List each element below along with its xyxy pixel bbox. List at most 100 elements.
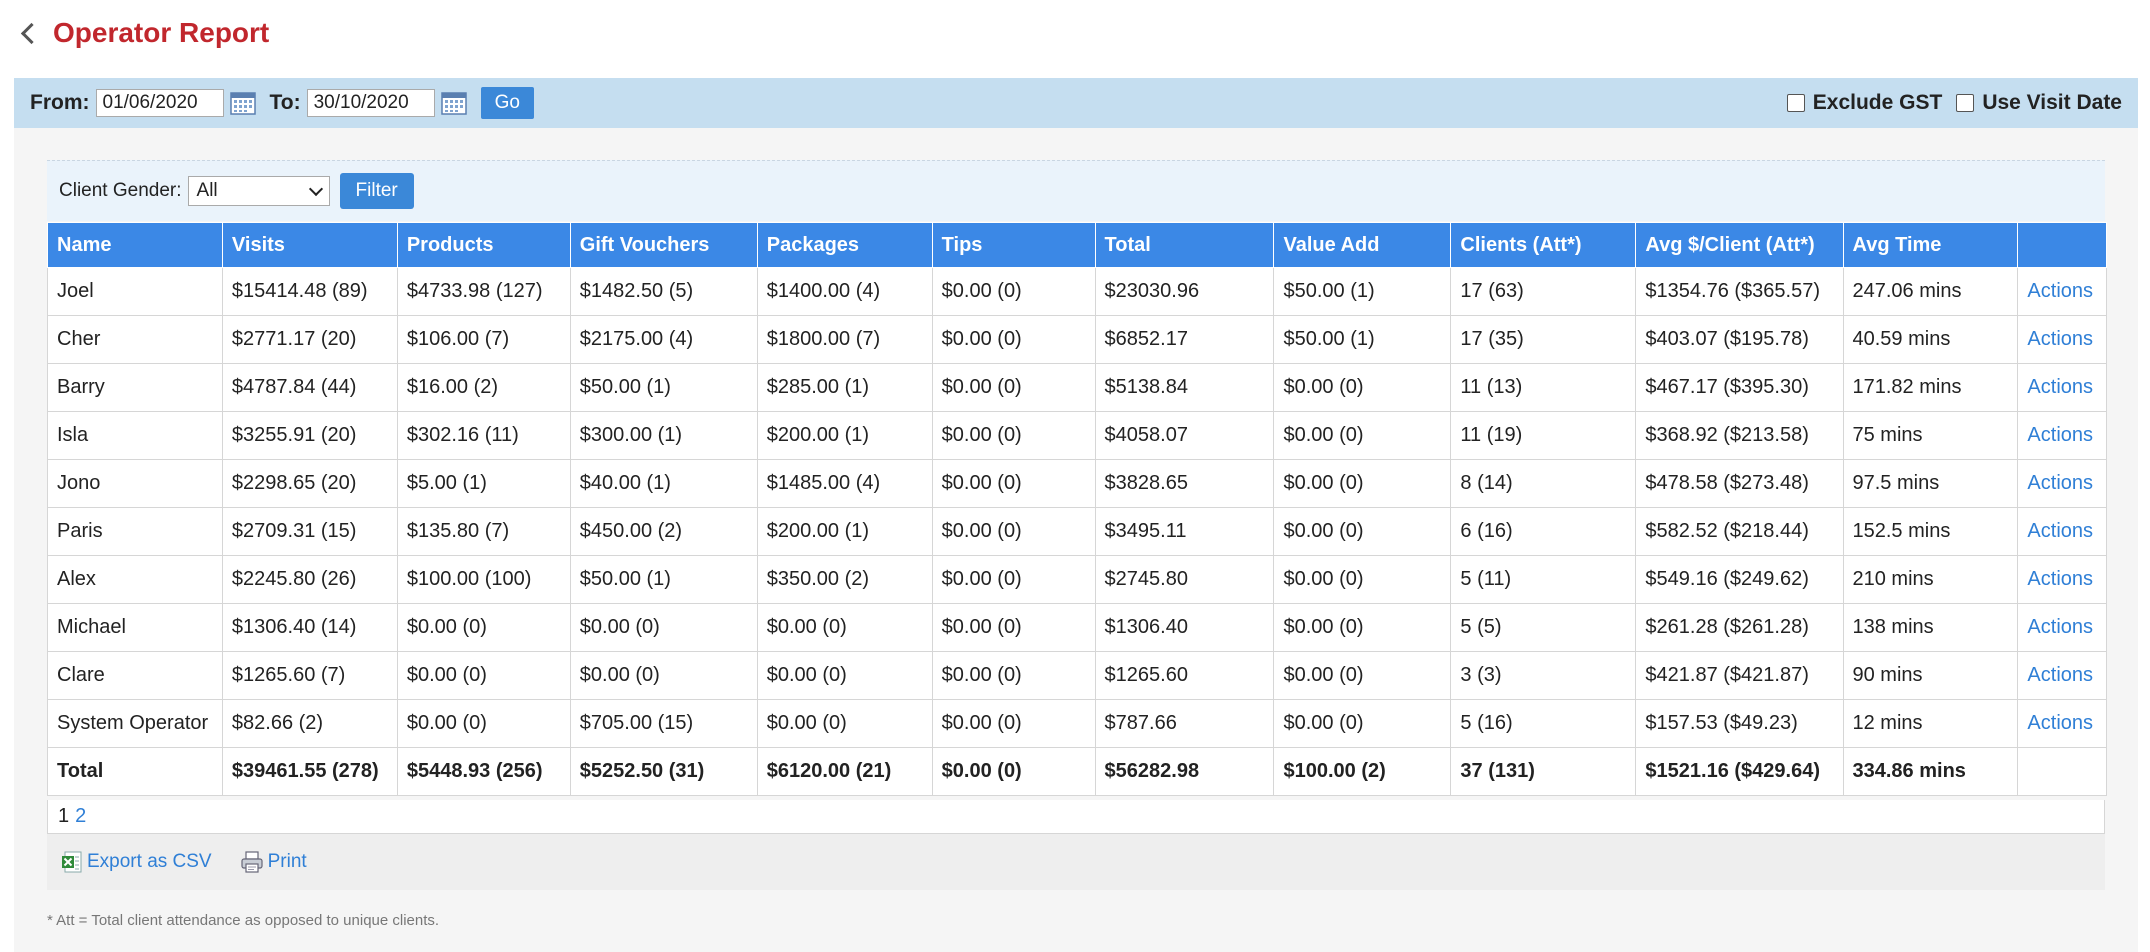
page-link-2[interactable]: 2 — [75, 805, 86, 828]
actions-link[interactable]: Actions — [2027, 664, 2093, 686]
toolbar-options: Exclude GST Use Visit Date — [1786, 78, 2122, 128]
actions-link[interactable]: Actions — [2027, 616, 2093, 638]
exclude-gst-label: Exclude GST — [1812, 91, 1943, 114]
table-row: Michael $1306.40 (14) $0.00 (0) $0.00 (0) $0… — [47, 603, 2107, 652]
column-header — [2017, 222, 2107, 268]
cell-avg-time: 138 mins — [1842, 603, 2019, 652]
actions-cell: Actions — [2017, 507, 2107, 556]
table-row: Clare $1265.60 (7) $0.00 (0) $0.00 (0) $0.00… — [47, 651, 2107, 700]
actions-link[interactable]: Actions — [2027, 472, 2093, 494]
cell-avg-time: 171.82 mins — [1842, 363, 2019, 412]
cell-clients: 5 (5) — [1450, 603, 1637, 652]
cell-tips: $0.00 (0) — [931, 507, 1096, 556]
cell-value-add: $0.00 (0) — [1273, 411, 1452, 460]
column-header[interactable]: Avg $/Client (Att*) — [1635, 222, 1844, 268]
cell-clients: 11 (19) — [1450, 411, 1637, 460]
column-header[interactable]: Value Add — [1273, 222, 1452, 268]
from-date-input[interactable]: 01/06/2020 — [95, 89, 224, 117]
table-body: Joel $15414.48 (89) $4733.98 (127) $1482.50… — [47, 267, 2107, 796]
column-header[interactable]: Packages — [756, 222, 933, 268]
actions-cell: Actions — [2017, 315, 2107, 364]
cell-products: $0.00 (0) — [396, 603, 571, 652]
cell-total: $787.66 — [1094, 699, 1275, 748]
actions-link[interactable]: Actions — [2027, 568, 2093, 590]
column-header[interactable]: Total — [1094, 222, 1275, 268]
actions-cell: Actions — [2017, 363, 2107, 412]
cell-total: $3495.11 — [1094, 507, 1275, 556]
cell-avg-time: 210 mins — [1842, 555, 2019, 604]
cell-avg-client: $549.16 ($249.62) — [1635, 555, 1844, 604]
actions-link[interactable]: Actions — [2027, 520, 2093, 542]
actions-link[interactable]: Actions — [2027, 424, 2093, 446]
table-row: System Operator $82.66 (2) $0.00 (0) $705.0… — [47, 699, 2107, 748]
printer-icon — [241, 851, 263, 873]
actions-cell: Actions — [2017, 267, 2107, 316]
column-header[interactable]: Tips — [931, 222, 1096, 268]
client-gender-select[interactable]: All — [187, 176, 330, 206]
total-gift-vouchers: $5252.50 (31) — [569, 747, 758, 796]
column-header[interactable]: Visits — [221, 222, 398, 268]
cell-avg-time: 152.5 mins — [1842, 507, 2019, 556]
table-row: Isla $3255.91 (20) $302.16 (11) $300.00 (1)… — [47, 411, 2107, 460]
cell-packages: $200.00 (1) — [756, 411, 933, 460]
cell-clients: 17 (35) — [1450, 315, 1637, 364]
calendar-icon[interactable] — [440, 91, 467, 115]
column-header[interactable]: Products — [396, 222, 571, 268]
total-clients: 37 (131) — [1450, 747, 1637, 796]
use-visit-date-checkbox[interactable] — [1956, 94, 1975, 112]
actions-cell: Actions — [2017, 699, 2107, 748]
actions-link[interactable]: Actions — [2027, 376, 2093, 398]
cell-products: $106.00 (7) — [396, 315, 571, 364]
print-link[interactable]: Print — [240, 850, 307, 874]
page-title: Operator Report — [53, 17, 270, 48]
actions-link[interactable]: Actions — [2027, 712, 2093, 734]
total-avg-client: $1521.16 ($429.64) — [1635, 747, 1844, 796]
cell-packages: $1400.00 (4) — [756, 267, 933, 316]
attendance-footnote: * Att = Total client attendance as oppos… — [47, 912, 440, 929]
total-row: Total $39461.55 (278) $5448.93 (256) $5252.… — [47, 747, 2107, 796]
back-chevron-icon[interactable] — [20, 22, 43, 44]
total-avg-time: 334.86 mins — [1842, 747, 2019, 796]
actions-cell: Actions — [2017, 651, 2107, 700]
column-header[interactable]: Gift Vouchers — [569, 222, 758, 268]
cell-name: Jono — [47, 459, 223, 508]
to-label: To: — [269, 91, 301, 114]
cell-value-add: $0.00 (0) — [1273, 603, 1452, 652]
cell-total: $4058.07 — [1094, 411, 1275, 460]
cell-value-add: $0.00 (0) — [1273, 555, 1452, 604]
go-button[interactable]: Go — [480, 87, 534, 119]
cell-tips: $0.00 (0) — [931, 267, 1096, 316]
cell-avg-client: $421.87 ($421.87) — [1635, 651, 1844, 700]
column-header[interactable]: Name — [47, 222, 223, 268]
exclude-gst-checkbox[interactable] — [1786, 94, 1805, 112]
total-tips: $0.00 (0) — [931, 747, 1096, 796]
actions-link[interactable]: Actions — [2027, 280, 2093, 302]
table-row: Alex $2245.80 (26) $100.00 (100) $50.00 (1)… — [47, 555, 2107, 604]
page-header: Operator Report — [18, 10, 269, 56]
cell-products: $100.00 (100) — [396, 555, 571, 604]
column-header[interactable]: Avg Time — [1842, 222, 2019, 268]
column-header[interactable]: Clients (Att*) — [1450, 222, 1637, 268]
to-date-input[interactable]: 30/10/2020 — [306, 89, 435, 117]
cell-avg-client: $582.52 ($218.44) — [1635, 507, 1844, 556]
cell-tips: $0.00 (0) — [931, 651, 1096, 700]
cell-packages: $1485.00 (4) — [756, 459, 933, 508]
cell-value-add: $0.00 (0) — [1273, 459, 1452, 508]
cell-packages: $285.00 (1) — [756, 363, 933, 412]
calendar-icon[interactable] — [229, 91, 256, 115]
actions-link[interactable]: Actions — [2027, 328, 2093, 350]
report-panel: Client Gender: All Filter Name Visits Pr… — [14, 128, 2138, 952]
actions-cell: Actions — [2017, 603, 2107, 652]
cell-packages: $200.00 (1) — [756, 507, 933, 556]
export-csv-link[interactable]: Export as CSV — [61, 850, 212, 874]
table-row: Jono $2298.65 (20) $5.00 (1) $40.00 (1) $148… — [47, 459, 2107, 508]
filter-button[interactable]: Filter — [339, 173, 414, 209]
client-gender-value: All — [196, 180, 218, 201]
cell-avg-client: $157.53 ($49.23) — [1635, 699, 1844, 748]
cell-name: Joel — [47, 267, 223, 316]
total-total: $56282.98 — [1094, 747, 1275, 796]
cell-total: $5138.84 — [1094, 363, 1275, 412]
cell-packages: $0.00 (0) — [756, 699, 933, 748]
cell-tips: $0.00 (0) — [931, 555, 1096, 604]
filter-bar: Client Gender: All Filter — [47, 160, 2105, 221]
